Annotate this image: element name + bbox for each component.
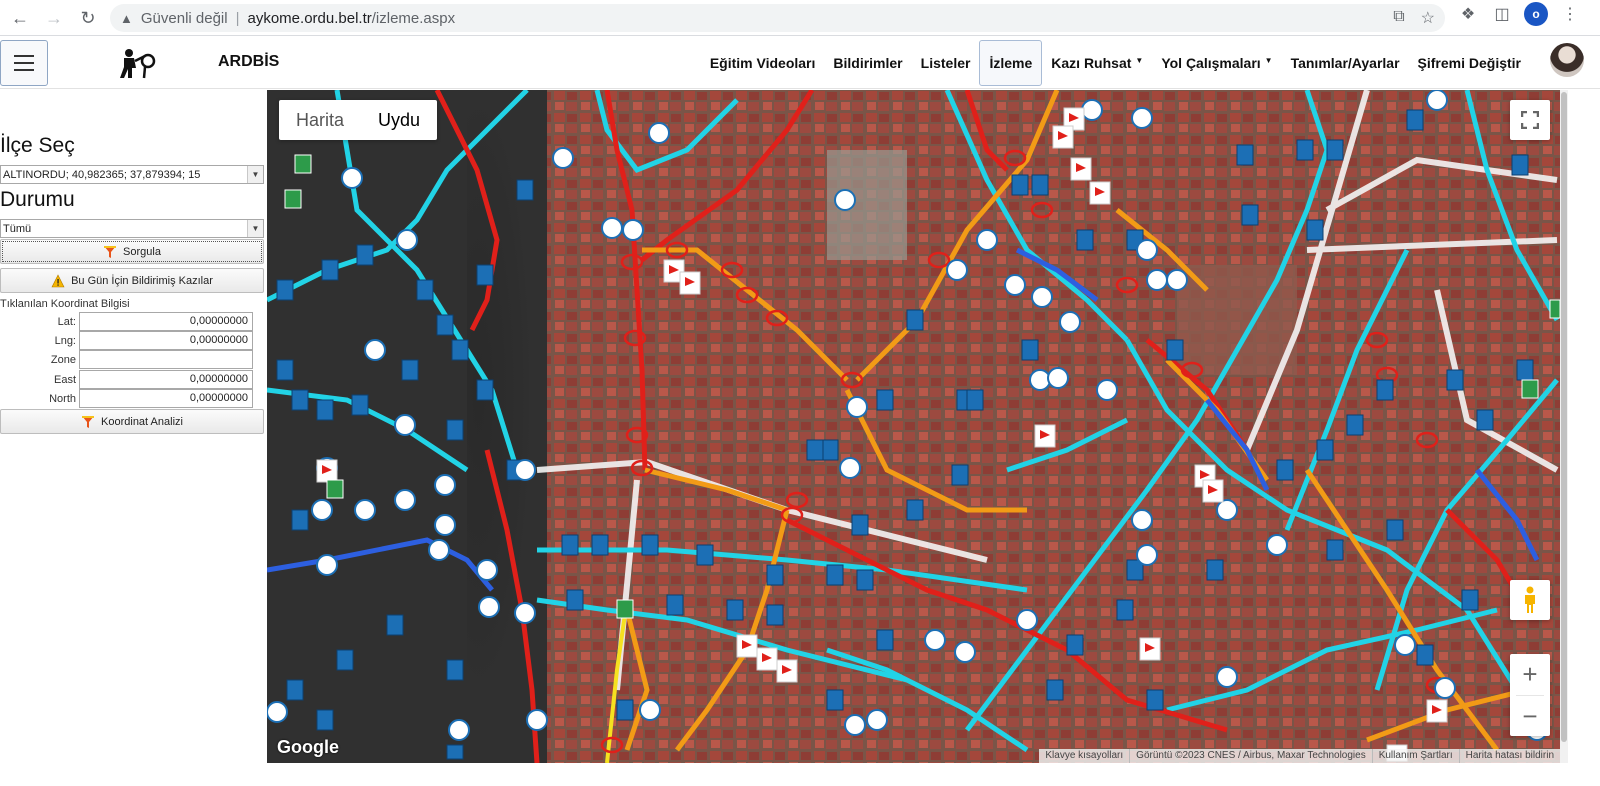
koordinat-analizi-button[interactable]: Koordinat Analizi — [0, 409, 264, 434]
coord-row-east: East 0,00000000 — [0, 370, 254, 390]
extensions-icon[interactable]: ❖ — [1456, 2, 1480, 26]
address-bar[interactable]: ▲ Güvenli değil | aykome.ordu.bel.tr/izl… — [110, 4, 1445, 32]
nav-kazi-ruhsat-label: Kazı Ruhsat — [1051, 55, 1132, 71]
nav-sifremi-degistir[interactable]: Şifremi Değiştir — [1409, 40, 1530, 86]
koordinat-analizi-label: Koordinat Analizi — [101, 415, 183, 428]
warning-icon[interactable]: ▲ — [120, 11, 133, 26]
profile-avatar[interactable]: o — [1524, 2, 1548, 26]
zone-field[interactable] — [79, 350, 253, 369]
coord-label: North — [49, 393, 76, 405]
map-attribution: Klavye kısayolları Görüntü ©2023 CNES / … — [1039, 749, 1560, 763]
nav-bildirimler[interactable]: Bildirimler — [824, 40, 911, 86]
coord-row-lat: Lat: 0,00000000 — [0, 312, 254, 332]
url-path: /izleme.aspx — [371, 9, 456, 27]
north-field[interactable]: 0,00000000 — [79, 389, 253, 408]
app-header: ARDBİS Eğitim Videoları Bildirimler List… — [0, 37, 1600, 89]
minus-icon: − — [1522, 701, 1538, 731]
sorgula-label: Sorgula — [123, 245, 161, 258]
browser-toolbar: ← → ↻ ▲ Güvenli değil | aykome.ordu.bel.… — [0, 0, 1600, 36]
caret-down-icon: ▼ — [1135, 55, 1144, 65]
street-view-pegman-button[interactable] — [1510, 580, 1550, 620]
reload-icon[interactable]: ↻ — [72, 2, 104, 34]
user-avatar[interactable] — [1550, 43, 1584, 77]
menu-dots-icon[interactable]: ⋮ — [1558, 2, 1582, 26]
nav-tanimlar-ayarlar[interactable]: Tanımlar/Ayarlar — [1282, 40, 1409, 86]
satellite-map[interactable]: Harita Uydu + − Google Klavye kısayollar… — [267, 90, 1560, 763]
zoom-out-button[interactable]: − — [1510, 696, 1550, 737]
funnel-icon — [82, 415, 95, 428]
ilce-select-value: ALTINORDU; 40,982365; 37,879394; 15 — [3, 168, 201, 181]
terms-link[interactable]: Kullanım Şartları — [1371, 749, 1459, 763]
imagery-credit: Görüntü ©2023 CNES / Airbus, Maxar Techn… — [1129, 749, 1372, 763]
ilce-heading: İlçe Seç — [0, 134, 75, 157]
side-panel-icon[interactable]: ◫ — [1490, 2, 1514, 26]
menu-toggle-button[interactable] — [0, 40, 48, 86]
bookmark-star-icon[interactable]: ☆ — [1421, 8, 1435, 28]
report-error-link[interactable]: Harita hatası bildirin — [1458, 749, 1560, 763]
lng-field[interactable]: 0,00000000 — [79, 331, 253, 350]
coord-label: Lat: — [57, 316, 76, 328]
forward-icon[interactable]: → — [38, 2, 70, 34]
chevron-down-icon[interactable]: ▼ — [247, 220, 263, 237]
caret-down-icon: ▼ — [1264, 55, 1273, 65]
coordinate-info-title: Tıklanılan Koordinat Bilgisi — [0, 298, 130, 310]
bugun-kazilar-label: Bu Gün İçin Bildirimiş Kazılar — [71, 274, 213, 287]
nav-kazi-ruhsat[interactable]: Kazı Ruhsat ▼ — [1042, 40, 1152, 86]
sorgula-button[interactable]: Sorgula — [0, 239, 264, 264]
app-brand: ARDBİS — [218, 53, 280, 70]
map-type-harita[interactable]: Harita — [279, 100, 361, 140]
ilce-select[interactable]: ALTINORDU; 40,982365; 37,879394; 15 ▼ — [0, 165, 264, 184]
chevron-down-icon[interactable]: ▼ — [247, 166, 263, 183]
east-field[interactable]: 0,00000000 — [79, 370, 253, 389]
plus-icon: + — [1522, 659, 1538, 689]
bugun-kazilar-button[interactable]: Bu Gün İçin Bildirimiş Kazılar — [0, 268, 264, 293]
map-type-control: Harita Uydu — [279, 100, 438, 140]
durum-heading: Durumu — [0, 188, 75, 211]
zoom-control: + − — [1510, 654, 1550, 736]
coord-label: East — [53, 374, 76, 386]
nav-yol-calismalari[interactable]: Yol Çalışmaları ▼ — [1152, 40, 1281, 86]
google-logo: Google — [277, 737, 339, 757]
back-icon[interactable]: ← — [4, 2, 36, 34]
sidebar-panel: İlçe Seç ALTINORDU; 40,982365; 37,879394… — [0, 90, 266, 786]
url-host: aykome.ordu.bel.tr — [247, 9, 372, 27]
nav-izleme[interactable]: İzleme — [979, 40, 1043, 86]
keyboard-shortcuts-link[interactable]: Klavye kısayolları — [1039, 749, 1129, 763]
durum-select[interactable]: Tümü ▼ — [0, 219, 264, 238]
zoom-in-button[interactable]: + — [1510, 654, 1550, 695]
funnel-icon — [104, 245, 117, 258]
nav-yol-calismalari-label: Yol Çalışmaları — [1161, 55, 1261, 71]
coord-row-lng: Lng: 0,00000000 — [0, 331, 254, 351]
map-type-uydu[interactable]: Uydu — [361, 100, 437, 140]
vertical-scrollbar[interactable] — [1560, 90, 1568, 763]
nav-egitim-videolari[interactable]: Eğitim Videoları — [701, 40, 825, 86]
scrollbar-thumb[interactable] — [1561, 92, 1567, 742]
coord-row-north: North 0,00000000 — [0, 389, 254, 409]
coord-row-zone: Zone — [0, 350, 254, 370]
nav-listeler[interactable]: Listeler — [912, 40, 980, 86]
fullscreen-icon — [1521, 111, 1539, 129]
fullscreen-button[interactable] — [1510, 100, 1550, 140]
warning-icon — [51, 273, 65, 287]
map-layer[interactable] — [267, 90, 1560, 763]
coord-label: Zone — [50, 354, 76, 366]
pegman-icon — [1525, 586, 1535, 613]
lat-field[interactable]: 0,00000000 — [79, 312, 253, 331]
share-icon[interactable]: ⧉ — [1393, 8, 1404, 28]
coord-label: Lng: — [54, 335, 76, 347]
worker-logo-icon — [120, 49, 156, 79]
url-separator: | — [235, 9, 240, 27]
top-navigation: Eğitim Videoları Bildirimler Listeler İz… — [701, 37, 1530, 89]
security-status[interactable]: Güvenli değil — [141, 10, 228, 27]
durum-select-value: Tümü — [3, 222, 32, 235]
